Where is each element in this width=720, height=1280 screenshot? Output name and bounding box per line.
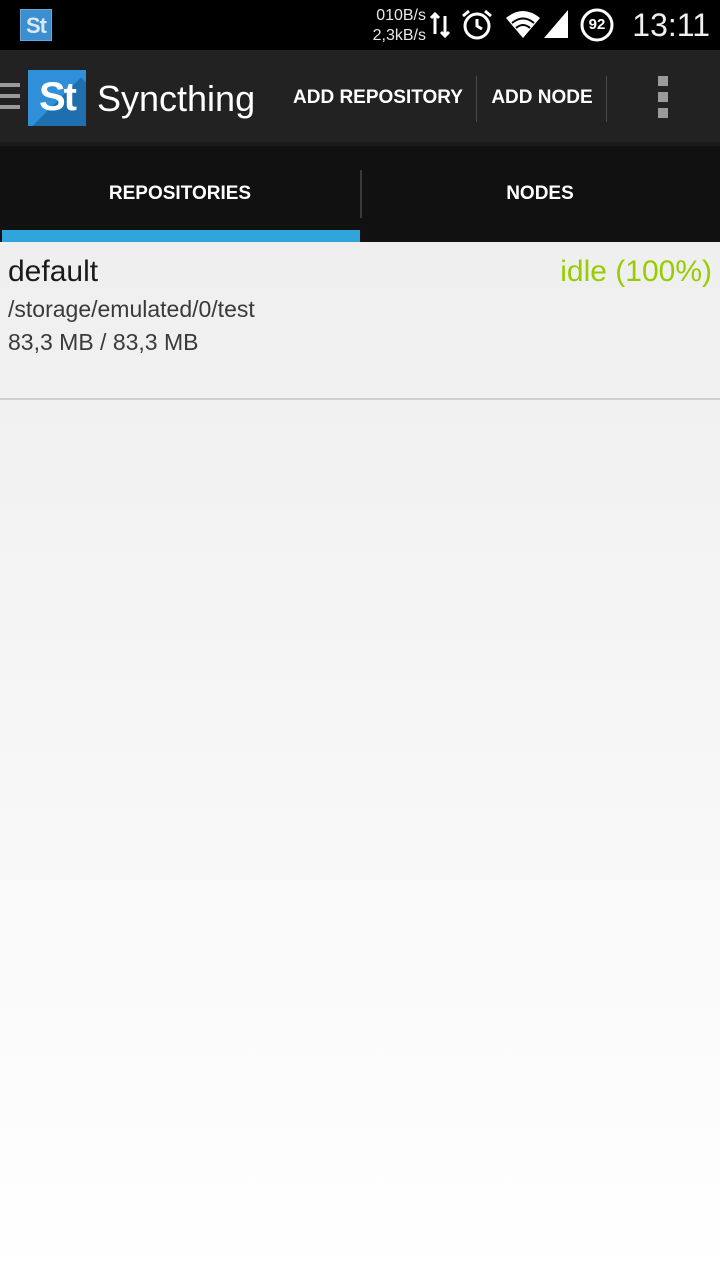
status-bar: St 010B/s 2,3kB/s 92 13:11	[0, 0, 720, 50]
tab-bar: REPOSITORIES NODES	[0, 146, 720, 242]
tab-nodes[interactable]: NODES	[360, 146, 720, 242]
app-title: Syncthing	[97, 78, 256, 119]
add-repository-button[interactable]: ADD REPOSITORY	[288, 50, 468, 146]
data-transfer-icon	[429, 11, 451, 39]
action-bar: St Syncthing ADD REPOSITORY ADD NODE	[0, 50, 720, 146]
tab-selected-indicator	[2, 230, 360, 242]
overflow-menu-icon[interactable]	[652, 76, 674, 122]
repository-path: /storage/emulated/0/test	[8, 296, 255, 322]
repository-status: idle (100%)	[560, 255, 712, 288]
battery-level: 92	[588, 16, 606, 33]
repository-list-item[interactable]: default idle (100%) /storage/emulated/0/…	[0, 242, 720, 400]
network-speeds: 010B/s 2,3kB/s	[356, 6, 426, 46]
app-logo[interactable]: St	[28, 70, 86, 126]
cell-signal-icon	[544, 10, 568, 38]
app-logo-text: St	[39, 75, 77, 119]
clock: 13:11	[632, 7, 710, 43]
action-divider	[606, 76, 607, 122]
tab-repositories[interactable]: REPOSITORIES	[0, 146, 360, 242]
drawer-menu-icon[interactable]	[0, 83, 22, 113]
repository-size: 83,3 MB / 83,3 MB	[8, 329, 199, 355]
alarm-icon	[462, 9, 492, 40]
action-divider	[476, 76, 477, 122]
upload-speed: 010B/s	[376, 7, 426, 24]
wifi-icon	[506, 11, 540, 38]
download-speed: 2,3kB/s	[372, 27, 426, 44]
repository-name: default	[8, 255, 99, 288]
syncthing-notification-icon: St	[20, 9, 52, 41]
add-node-button[interactable]: ADD NODE	[480, 50, 604, 146]
